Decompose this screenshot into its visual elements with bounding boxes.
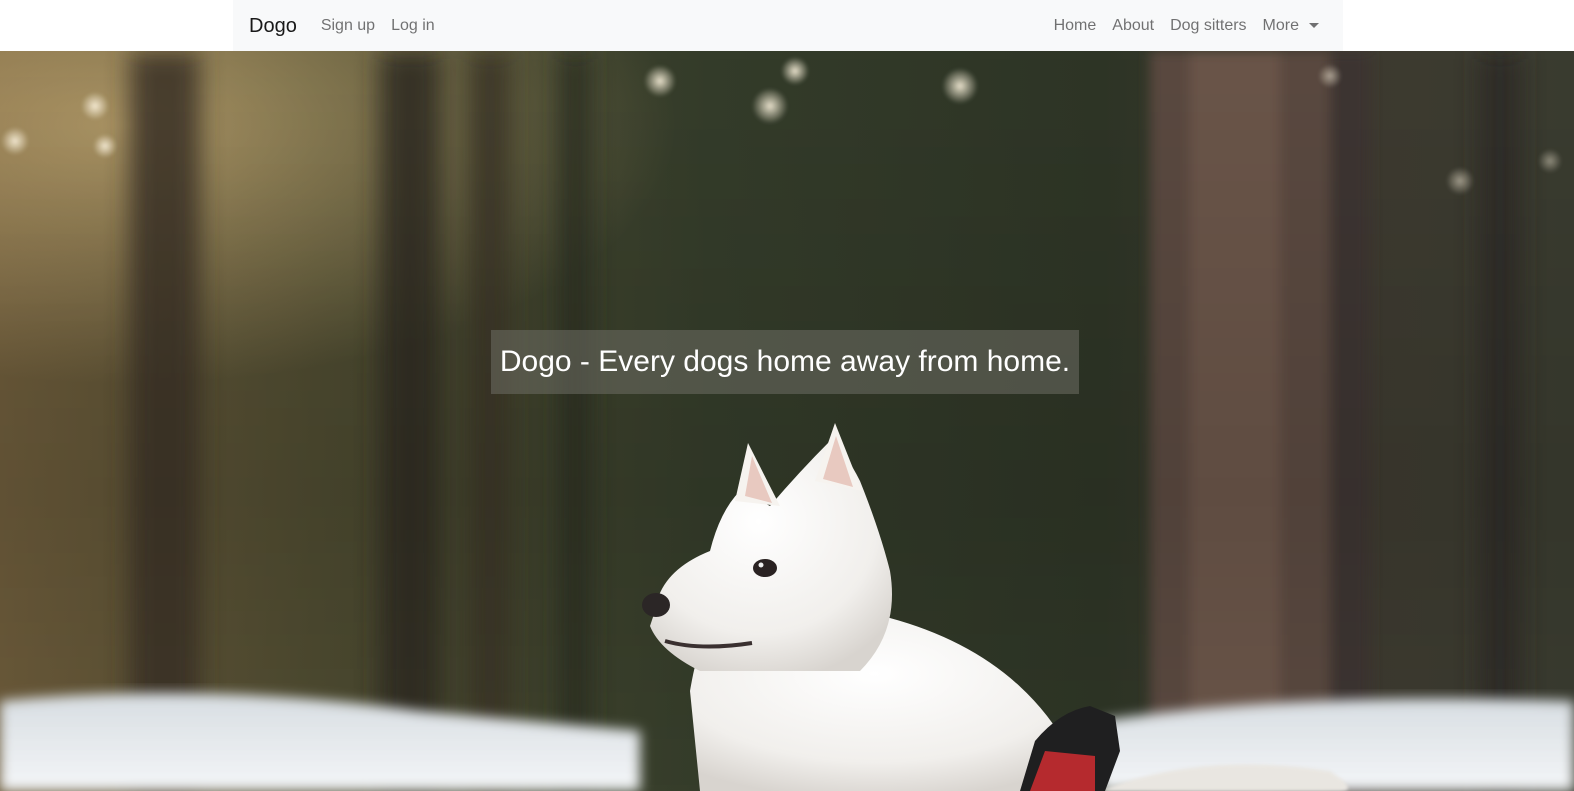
nav-right-group: Home About Dog sitters More <box>1046 9 1327 43</box>
nav-more-label: More <box>1262 16 1299 34</box>
nav-dog-sitters-link[interactable]: Dog sitters <box>1162 9 1254 43</box>
nav-home-link[interactable]: Home <box>1046 9 1105 43</box>
hero-image <box>0 51 1574 791</box>
nav-signup-link[interactable]: Sign up <box>313 9 383 43</box>
caret-down-icon <box>1309 23 1319 28</box>
nav-login-link[interactable]: Log in <box>383 9 443 43</box>
hero-tagline: Dogo - Every dogs home away from home. <box>491 330 1079 394</box>
nav-more-dropdown[interactable]: More <box>1255 9 1327 43</box>
brand-link[interactable]: Dogo <box>249 16 297 36</box>
hero-section: Dogo - Every dogs home away from home. <box>0 51 1574 791</box>
nav-left-group: Sign up Log in <box>313 9 443 43</box>
navbar: Dogo Sign up Log in Home About Dog sitte… <box>233 0 1343 51</box>
nav-about-link[interactable]: About <box>1104 9 1162 43</box>
